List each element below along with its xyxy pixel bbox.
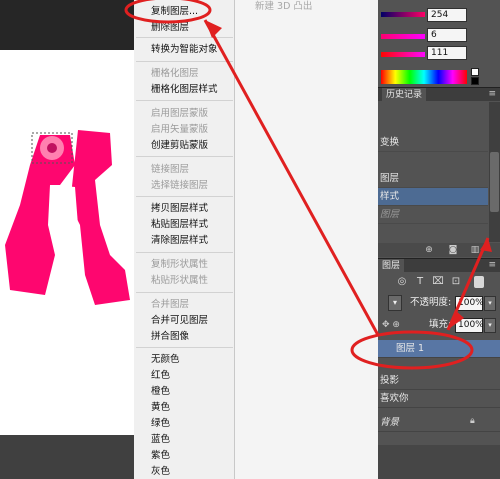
type-filter-icon[interactable]: T	[414, 276, 426, 288]
blue-value-field[interactable]: 111	[427, 46, 467, 60]
trash-icon[interactable]: ▥	[470, 245, 480, 255]
menu-select-linked-layers[interactable]: 选择链接图层	[151, 178, 208, 193]
menu-rasterize-layer-style[interactable]: 栅格化图层样式	[151, 82, 218, 97]
red-slider[interactable]	[381, 12, 425, 17]
shape-filter-icon[interactable]: ⌧	[432, 276, 444, 288]
menu-link-layers[interactable]: 链接图层	[151, 162, 189, 177]
history-row-selected[interactable]: 样式	[378, 188, 488, 206]
white-swatch[interactable]	[471, 68, 479, 76]
menu-separator	[136, 252, 233, 253]
layer-filter-row: ◎ T ⌧ ⊡	[378, 272, 500, 292]
layers-panel-header: 图层 ≡	[378, 258, 500, 273]
menu-separator	[136, 196, 233, 197]
camera-icon[interactable]: ◙	[448, 245, 458, 255]
text-layer-row[interactable]: 喜欢你	[378, 390, 500, 408]
menu-color-purple[interactable]: 紫色	[151, 448, 170, 463]
menu-convert-smart-object[interactable]: 转换为智能对象	[151, 42, 218, 57]
history-row[interactable]: 变换	[378, 134, 488, 152]
history-panel-header: 历史记录 ≡	[378, 87, 500, 102]
menu-color-none[interactable]: 无颜色	[151, 352, 180, 367]
opacity-input[interactable]: 100%	[455, 296, 484, 311]
fill-input[interactable]: 100%	[455, 318, 484, 333]
canvas-top-bar	[0, 0, 134, 50]
menu-duplicate-layer[interactable]: 复制图层...	[151, 4, 198, 19]
menu-merge-layers[interactable]: 合并图层	[151, 297, 189, 312]
layers-panel-bottom	[378, 445, 500, 479]
menu-paste-layer-style[interactable]: 粘贴图层样式	[151, 217, 208, 232]
menu-create-clipping-mask[interactable]: 创建剪贴蒙版	[151, 138, 208, 153]
filter-toggle-icon[interactable]	[474, 276, 484, 288]
menu-overflow-area: 新建 3D 凸出	[235, 0, 378, 479]
new-document-icon[interactable]: ⊕	[424, 245, 434, 255]
pink-text-artwork[interactable]	[0, 125, 134, 325]
menu-color-green[interactable]: 绿色	[151, 416, 170, 431]
menu-color-red[interactable]: 红色	[151, 368, 170, 383]
menu-separator	[136, 100, 233, 101]
blue-slider[interactable]	[381, 52, 425, 57]
menu-separator	[136, 292, 233, 293]
menu-color-orange[interactable]: 橙色	[151, 384, 170, 399]
menu-separator	[136, 61, 233, 62]
lock-icons[interactable]: ✥ ⊕	[382, 316, 400, 334]
menu-separator	[136, 347, 233, 348]
history-row[interactable]: 图层	[378, 206, 488, 224]
menu-flatten-image[interactable]: 拼合图像	[151, 329, 189, 344]
right-panel: 254 6 111 历史记录 ≡ 变换 图层 样式 图层 ⊕ ◙ ▥ 图层 ≡ …	[378, 0, 500, 479]
menu-separator	[136, 156, 233, 157]
menu-merge-visible[interactable]: 合并可见图层	[151, 313, 208, 328]
green-slider[interactable]	[381, 34, 425, 39]
red-value-field[interactable]: 254	[427, 8, 467, 22]
history-row[interactable]: 图层	[378, 170, 488, 188]
smart-filter-icon[interactable]: ⊡	[450, 276, 462, 288]
menu-delete-layer[interactable]: 删除图层	[151, 20, 189, 35]
lock-fill-row: ✥ ⊕ 填充: 100% ▾	[378, 316, 500, 334]
history-scrollbar[interactable]	[489, 102, 500, 242]
fill-dropdown-arrow[interactable]: ▾	[484, 318, 496, 333]
history-footer: ⊕ ◙ ▥	[378, 243, 500, 257]
layer-row-selected[interactable]: 图层 1	[378, 340, 500, 358]
black-swatch[interactable]	[471, 77, 479, 85]
menu-color-gray[interactable]: 灰色	[151, 464, 170, 479]
opacity-dropdown-arrow[interactable]: ▾	[484, 296, 496, 311]
blend-mode-dropdown[interactable]: ▾	[388, 295, 402, 311]
menu-copy-layer-style[interactable]: 拷贝图层样式	[151, 201, 208, 216]
menu-clear-layer-style[interactable]: 清除图层样式	[151, 233, 208, 248]
color-panel: 254 6 111	[378, 0, 500, 85]
background-layer-row[interactable]: 背景	[378, 414, 500, 432]
panel-menu-icon[interactable]: ≡	[488, 88, 496, 101]
menu-color-blue[interactable]: 蓝色	[151, 432, 170, 447]
tab-layers[interactable]: 图层	[378, 259, 405, 273]
layer-context-menu[interactable]: 复制图层... 删除图层 转换为智能对象 栅格化图层 栅格化图层样式 启用图层蒙…	[134, 0, 235, 479]
layer-effect-shadow[interactable]: 投影	[378, 372, 500, 390]
faded-menu-text: 新建 3D 凸出	[255, 1, 313, 12]
canvas-bottom-bar	[0, 435, 134, 479]
menu-enable-layer-mask[interactable]: 启用图层蒙版	[151, 106, 208, 121]
color-spectrum[interactable]	[381, 70, 467, 84]
fill-label: 填充:	[429, 319, 452, 330]
green-value-field[interactable]: 6	[427, 28, 467, 42]
menu-enable-vector-mask[interactable]: 启用矢量蒙版	[151, 122, 208, 137]
tab-history[interactable]: 历史记录	[382, 88, 427, 102]
canvas-area[interactable]	[0, 0, 134, 479]
panel-menu-icon[interactable]: ≡	[488, 259, 496, 272]
lock-icon: 🔒︎	[470, 416, 475, 426]
opacity-label: 不透明度:	[410, 297, 452, 308]
menu-copy-shape-attributes[interactable]: 复制形状属性	[151, 257, 208, 272]
menu-separator	[136, 37, 233, 38]
scrollbar-thumb[interactable]	[490, 152, 499, 212]
menu-paste-shape-attributes[interactable]: 粘贴形状属性	[151, 273, 208, 288]
pixel-filter-icon[interactable]: ◎	[396, 276, 408, 288]
menu-color-yellow[interactable]: 黄色	[151, 400, 170, 415]
menu-rasterize-layer[interactable]: 栅格化图层	[151, 66, 199, 81]
blend-opacity-row: ▾ 不透明度: 100% ▾	[378, 294, 500, 312]
